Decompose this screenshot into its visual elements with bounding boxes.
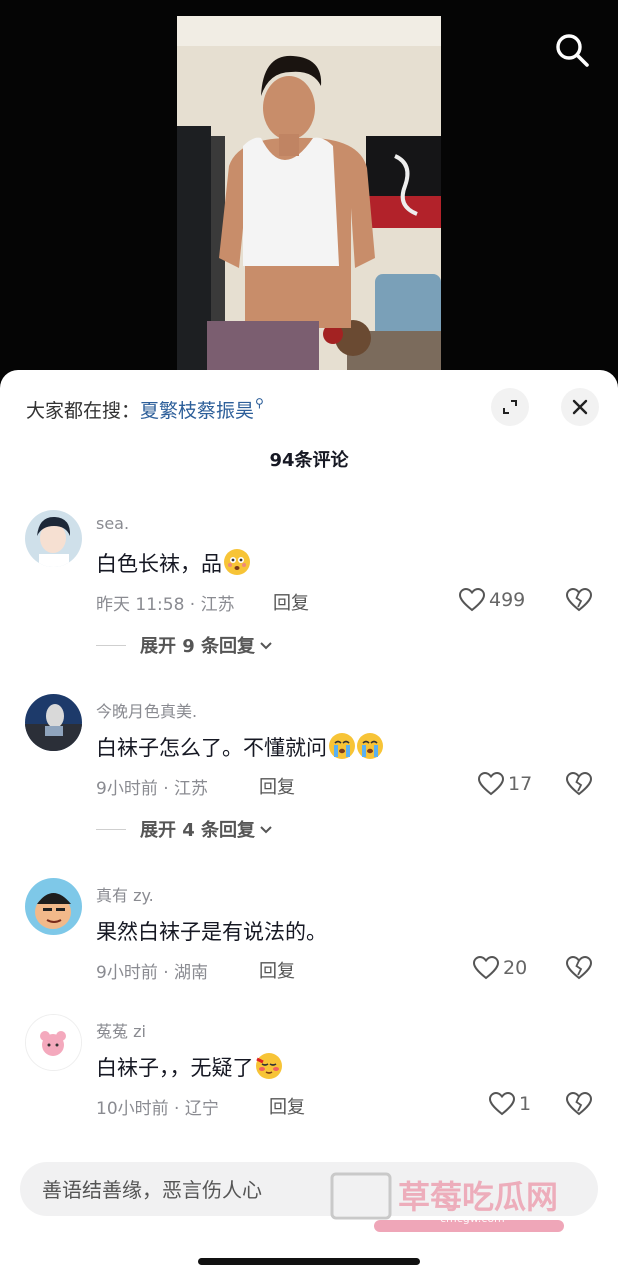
heart-icon [459,588,485,612]
close-button[interactable] [561,388,599,426]
heart-icon [473,956,499,980]
broken-heart-icon [565,771,593,796]
avatar[interactable] [25,510,82,567]
home-indicator[interactable] [198,1258,420,1265]
search-icon [556,34,589,67]
comment-text: 果然白袜子是有说法的。 [96,920,327,944]
comment-text-content: 白袜子，，无疑了 [96,1056,254,1080]
comment-meta: 10小时前 · 辽宁 [96,1099,219,1119]
expand-replies-label: 展开 4 条回复 [140,820,256,841]
comment-count: 94条评论 [269,450,349,471]
like-button[interactable]: 1 [489,1092,531,1116]
crying-emoji [329,733,355,759]
dislike-button[interactable] [565,1091,593,1118]
small-search-icon: ⚲ [255,396,264,410]
close-icon [572,399,588,415]
crying-emoji [357,733,383,759]
video-area[interactable] [0,0,618,380]
reply-button[interactable]: 回复 [259,773,295,799]
comment-text: 白色长袜，品 [96,548,250,578]
comment-sheet: 大家都在搜：夏繁枝蔡振昊⚲ 94条评论 [0,370,618,1280]
expand-replies-label: 展开 9 条回复 [140,636,256,657]
comment-username[interactable]: sea. [96,514,129,533]
avatar-image [25,878,82,935]
avatar[interactable] [25,694,82,751]
comment-text-content: 白袜子怎么了。不懂就问 [96,736,327,760]
video-frame[interactable] [177,16,441,376]
like-count: 1 [519,1093,532,1115]
search-button[interactable] [554,32,590,68]
comment-meta: 昨天 11:58 · 江苏 [96,595,235,615]
like-button[interactable]: 20 [473,956,527,980]
reply-button[interactable]: 回复 [273,589,309,615]
avatar-image [25,694,82,751]
comment-username[interactable]: 真有 zy. [96,882,154,906]
hot-search-keyword[interactable]: 夏繁枝蔡振昊 [140,400,254,422]
comment-meta: 9小时前 · 湖南 [96,963,209,983]
broken-heart-icon [565,955,593,980]
watermark-logo: 草莓吃瓜网 cmcgw.com [330,1168,592,1234]
chevron-down-icon [260,826,272,834]
heart-icon [489,1092,515,1116]
comment-username[interactable]: 今晚月色真美. [96,698,197,722]
broken-heart-icon [565,587,593,612]
like-count: 499 [489,589,526,611]
avatar[interactable] [25,1014,82,1071]
watermark-url: cmcgw.com [440,1212,505,1225]
chevron-down-icon [260,642,272,650]
expand-replies-button[interactable]: 展开 9 条回复 [96,632,274,658]
hot-search-row[interactable]: 大家都在搜：夏繁枝蔡振昊⚲ [26,396,264,423]
comment-meta: 9小时前 · 江苏 [96,779,209,799]
comment-text-content: 白色长袜，品 [96,552,222,576]
divider [96,828,126,830]
expand-icon [503,400,517,414]
reply-button[interactable]: 回复 [259,957,295,983]
avatar-image [26,1015,81,1070]
like-button[interactable]: 499 [459,588,525,612]
like-count: 20 [503,957,528,979]
broken-heart-icon [565,1091,593,1116]
comment-username[interactable]: 菟菟 zi [96,1018,146,1042]
avatar[interactable] [25,878,82,935]
video-still-image [177,16,441,376]
comment-text: 白袜子怎么了。不懂就问 [96,732,383,762]
hot-search-prefix: 大家都在搜： [26,400,141,422]
fullscreen-button[interactable] [491,388,529,426]
dislike-button[interactable] [565,955,593,982]
heart-icon [478,772,504,796]
dislike-button[interactable] [565,771,593,798]
divider [96,644,126,646]
avatar-image [25,510,82,567]
reply-button[interactable]: 回复 [269,1093,305,1119]
blushing-emoji [255,1053,282,1079]
like-button[interactable]: 17 [478,772,532,796]
dislike-button[interactable] [565,587,593,614]
flushed-emoji [224,549,250,575]
comment-text: 白袜子，，无疑了 [96,1052,282,1082]
like-count: 17 [508,773,533,795]
comment-input[interactable] [40,1162,344,1218]
expand-replies-button[interactable]: 展开 4 条回复 [96,816,274,842]
